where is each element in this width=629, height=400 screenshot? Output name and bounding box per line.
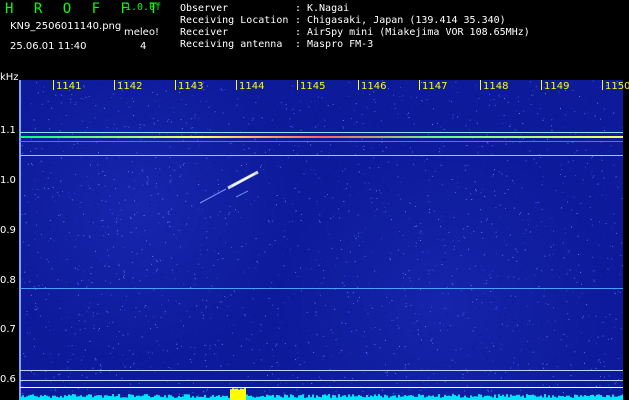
spectrogram-plot — [20, 80, 623, 400]
info-label: Receiver — [180, 27, 229, 38]
meleo-label: meleo! — [124, 27, 159, 38]
y-tick-label: 0.9 — [0, 225, 16, 236]
x-tick-label: 1144 — [239, 81, 265, 92]
x-tick-mark — [358, 80, 359, 90]
info-value: Chigasaki, Japan (139.414 35.340) — [307, 15, 506, 26]
x-tick-mark — [114, 80, 115, 90]
y-tick-label: 1.1 — [0, 125, 16, 136]
info-label: Receiving Location — [180, 15, 289, 26]
signal-line — [20, 288, 623, 289]
x-tick-label: 1142 — [117, 81, 143, 92]
signal-line — [20, 370, 623, 371]
axis-unit-label: kHz — [0, 72, 19, 83]
y-tick-label: 0.8 — [0, 275, 16, 286]
timestamp: 25.06.01 11:40 — [10, 41, 87, 52]
signal-line — [20, 132, 623, 133]
x-tick-label: 1149 — [544, 81, 570, 92]
info-row-receiver: Receiver: AirSpy mini (Miakejima VOR 108.… — [180, 28, 530, 38]
info-separator: : — [295, 15, 302, 26]
x-tick-label: 1150 — [605, 81, 629, 92]
x-tick-label: 1143 — [178, 81, 204, 92]
info-label: Receiving antenna — [180, 39, 283, 50]
y-axis-line — [19, 80, 21, 400]
x-tick-mark — [53, 80, 54, 90]
spectrogram-noise — [20, 80, 623, 400]
info-separator: : — [295, 3, 302, 14]
y-tick-label: 0.6 — [0, 374, 16, 385]
image-filename: KN9_2506011140.png — [10, 21, 122, 32]
x-tick-label: 1141 — [56, 81, 82, 92]
x-tick-label: 1147 — [422, 81, 448, 92]
info-value: AirSpy mini (Miakejima VOR 108.65MHz) — [307, 27, 530, 38]
info-value: Maspro FM-3 — [307, 39, 374, 50]
info-separator: : — [295, 39, 302, 50]
header-panel: H R O F F T 1.0.0f KN9_2506011140.png me… — [0, 0, 629, 74]
x-tick-mark — [602, 80, 603, 90]
x-tick-label: 1145 — [300, 81, 326, 92]
x-tick-mark — [480, 80, 481, 90]
x-tick-mark — [419, 80, 420, 90]
x-tick-mark — [297, 80, 298, 90]
info-row-antenna: Receiving antenna: Maspro FM-3 — [180, 40, 373, 50]
info-label: Observer — [180, 3, 229, 14]
detection-count: 4 — [140, 41, 147, 52]
x-tick-mark — [175, 80, 176, 90]
signal-line — [20, 380, 623, 381]
x-tick-label: 1146 — [361, 81, 387, 92]
info-row-location: Receiving Location: Chigasaki, Japan (139… — [180, 16, 506, 26]
info-row-observer: Observer: K.Nagai — [180, 4, 349, 14]
info-separator: : — [295, 27, 302, 38]
power-spectrum — [20, 388, 623, 400]
y-tick-label: 1.0 — [0, 175, 16, 186]
y-tick-label: 0.7 — [0, 324, 16, 335]
info-value: K.Nagai — [307, 3, 350, 14]
x-tick-label: 1148 — [483, 81, 509, 92]
carrier-signal-line — [20, 136, 623, 138]
x-tick-mark — [541, 80, 542, 90]
signal-line — [20, 141, 623, 142]
signal-line — [20, 155, 623, 156]
x-tick-mark — [236, 80, 237, 90]
app-version: 1.0.0f — [125, 2, 162, 13]
